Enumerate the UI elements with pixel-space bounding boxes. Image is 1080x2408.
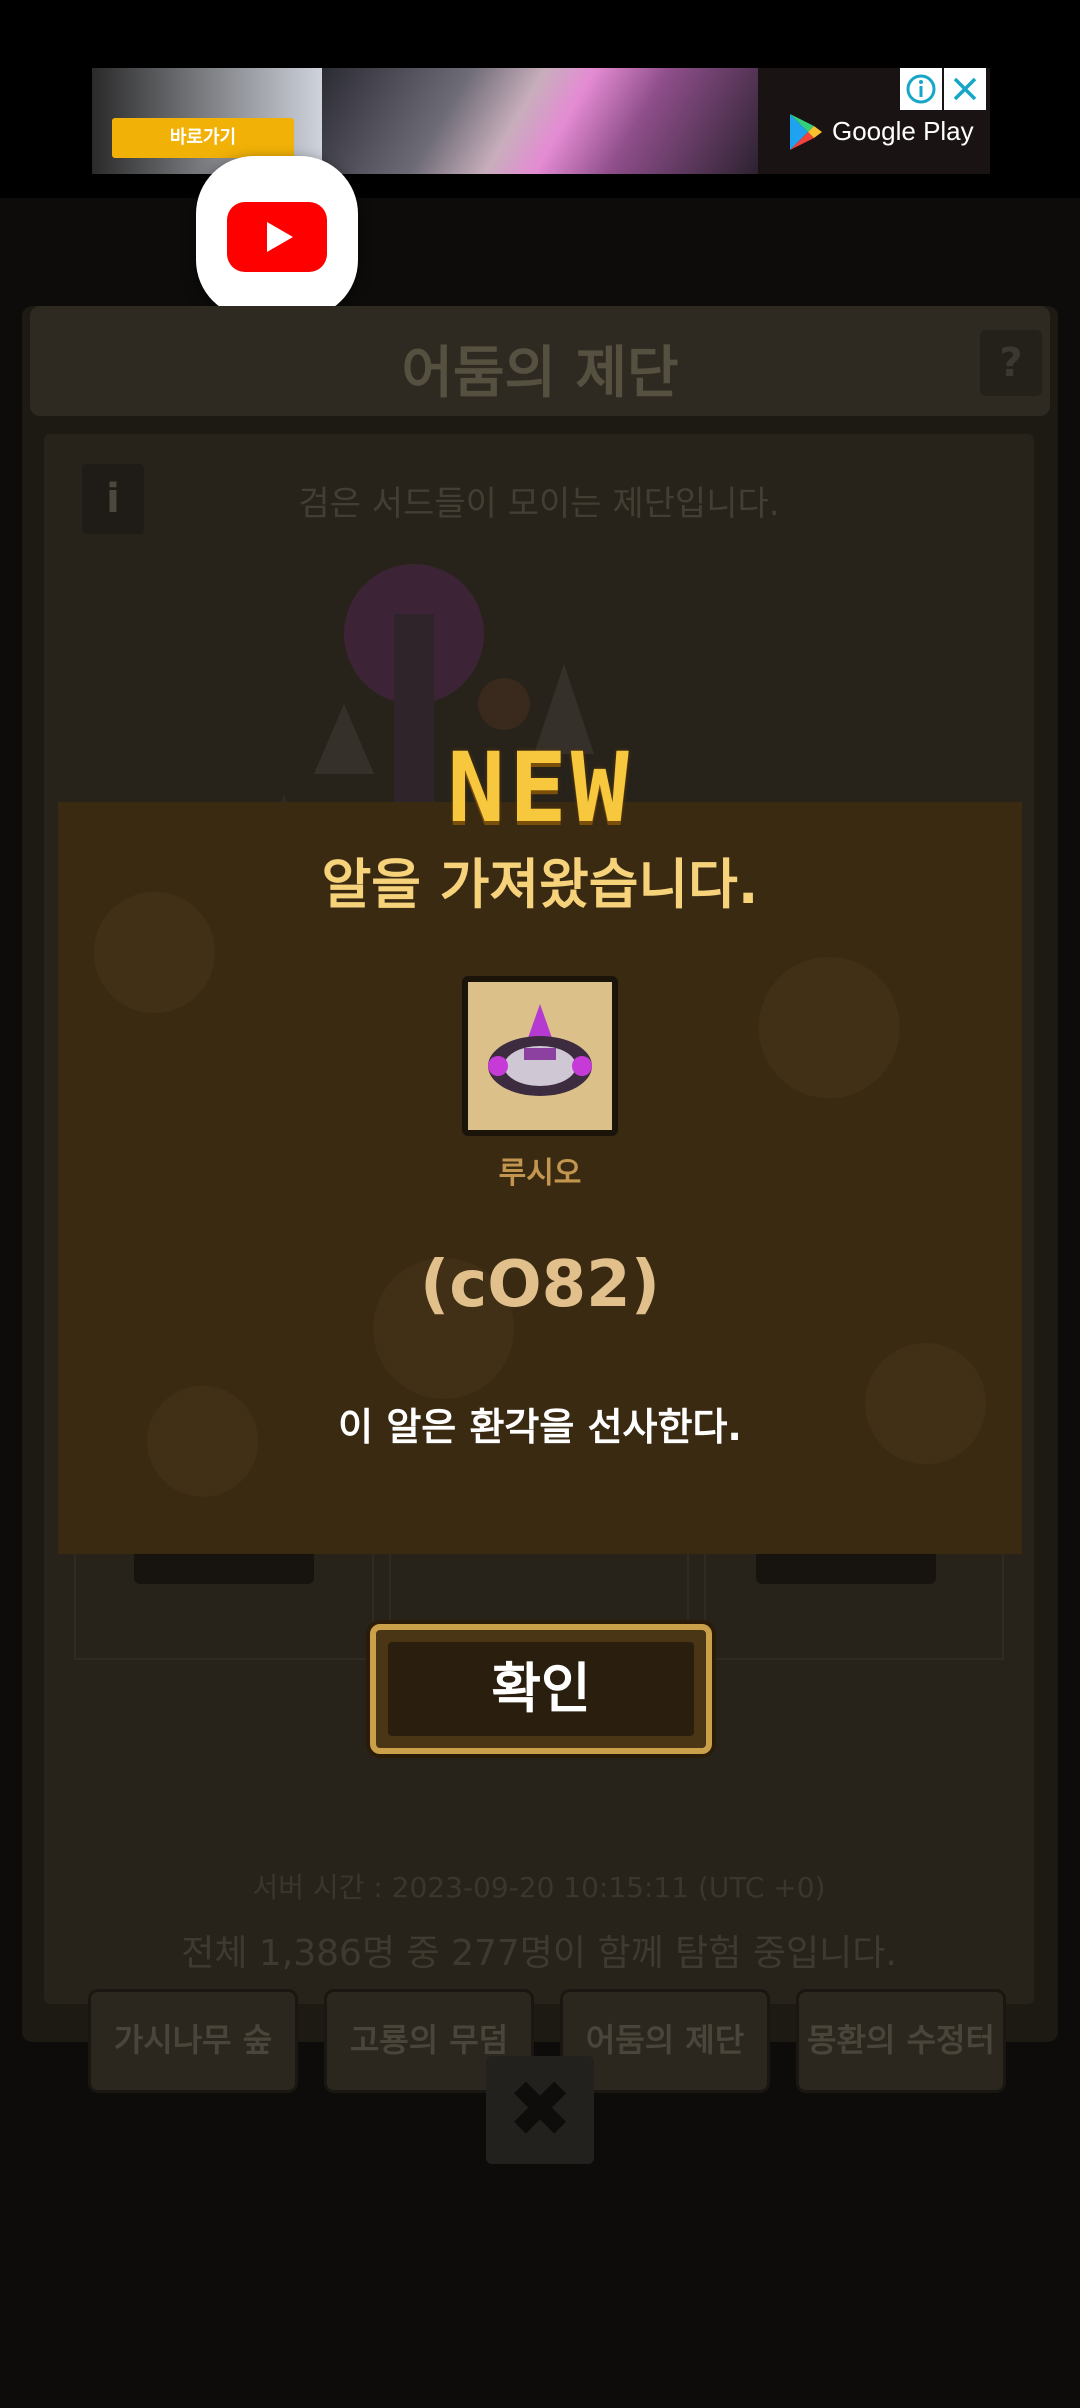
google-play-label: Google Play xyxy=(832,116,974,146)
ad-bar: 바로가기 Google Play xyxy=(0,0,1080,198)
player-count: 전체 1,386명 중 277명이 함께 탐험 중입니다. xyxy=(181,1933,897,1974)
page-title: 어둠의 제단 xyxy=(401,341,679,406)
confirm-button[interactable]: 확인 xyxy=(370,1624,712,1754)
ad-banner[interactable]: 바로가기 Google Play xyxy=(92,68,990,174)
egg-card xyxy=(462,976,618,1136)
google-play-icon xyxy=(790,114,822,150)
altar-description: 검은 서드들이 모이는 제단입니다. xyxy=(298,484,780,524)
new-badge: NEW xyxy=(447,732,633,844)
egg-code: (cO82) xyxy=(420,1248,660,1322)
modal-headline: 알을 가져왔습니다. xyxy=(321,853,759,916)
server-time: 서버 시간 : 2023-09-20 10:15:11 (UTC +0) xyxy=(252,1871,826,1904)
tab-dream-crystal[interactable]: 몽환의 수정터 xyxy=(796,1989,1006,2093)
info-icon[interactable] xyxy=(900,68,942,110)
window-header: 어둠의 제단 ? xyxy=(30,306,1050,416)
youtube-floating-button[interactable] xyxy=(196,156,358,318)
ad-cta-button[interactable]: 바로가기 xyxy=(112,118,294,158)
youtube-icon xyxy=(227,202,327,272)
close-icon[interactable] xyxy=(944,68,986,110)
confirm-label: 확인 xyxy=(388,1642,694,1736)
tab-thorn-forest[interactable]: 가시나무 숲 xyxy=(88,1989,298,2093)
close-x-icon[interactable]: ✖ xyxy=(486,2056,594,2164)
egg-name: 루시오 xyxy=(498,1156,582,1191)
egg-description: 이 알은 환각을 선사한다. xyxy=(338,1405,742,1449)
ad-artwork xyxy=(322,68,758,174)
egg-icon xyxy=(468,982,612,1130)
help-button[interactable]: ? xyxy=(980,330,1042,396)
